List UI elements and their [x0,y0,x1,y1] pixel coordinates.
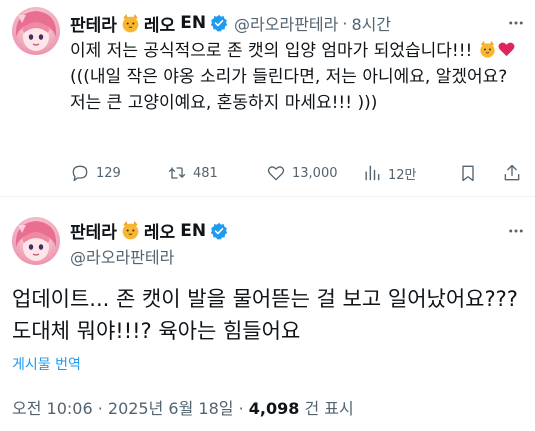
views-button[interactable]: 12만 [362,163,417,183]
display-name-part1[interactable]: 판테라 [70,218,117,243]
tweet-text: 업데이트... 존 캣이 발을 물어뜯는 걸 보고 일어났어요??? 도대체 뭐… [12,287,518,343]
reply-icon [72,165,88,182]
view-count: 4,098 [248,399,300,418]
tweet-header: 판테라 레오 EN @라오라판테라 · 8시간 [70,11,391,36]
display-name-part2[interactable]: 레오 [144,218,175,243]
cat-face-icon [122,221,139,240]
display-name-part2[interactable]: 레오 [144,11,175,36]
share-icon [504,164,520,181]
display-name-suffix[interactable]: EN [180,221,206,241]
heart-icon [498,42,515,57]
tweet-header: 판테라 레오 EN [70,218,228,243]
avatar-image [15,11,57,51]
verified-badge-icon [210,222,228,240]
view-count-label: 건 표시 [299,399,354,418]
divider [0,196,535,197]
tweet-meta: 오전 10:06 · 2025년 6월 18일 · 4,098 건 표시 [12,395,354,419]
reply-button[interactable]: 129 [70,163,121,183]
avatar[interactable] [12,217,60,265]
bookmark-icon [462,165,474,182]
more-icon[interactable] [507,222,525,240]
like-button[interactable]: 13,000 [266,163,338,183]
cat-face-icon [480,40,495,58]
reply-count: 129 [96,165,121,181]
like-icon [267,166,285,181]
display-name-suffix[interactable]: EN [180,13,206,33]
tweet-text-part2: (((내일 작은 야옹 소리가 들린다면, 저는 아니에요, 알겠어요? 저는 … [70,67,508,113]
more-icon[interactable] [507,14,525,32]
views-icon [365,165,380,181]
action-bar: 129 481 13,000 12만 [70,163,525,187]
like-count: 13,000 [292,165,338,181]
separator-dot: · [342,13,348,33]
retweet-button[interactable]: 481 [167,163,218,183]
tweet-text-part1: 이제 저는 공식적으로 존 캣의 입양 엄마가 되었습니다!!! [70,41,478,61]
translate-post-link[interactable]: 게시물 번역 [12,354,81,374]
tweet-timestamp[interactable]: 오전 10:06 · 2025년 6월 18일 · [12,399,249,418]
retweet-icon [168,167,186,179]
verified-badge-icon [210,14,228,32]
avatar-image [15,221,57,261]
bookmark-button[interactable] [458,163,484,183]
avatar[interactable] [12,7,60,55]
user-handle[interactable]: @라오라판테라 [70,244,174,268]
share-button[interactable] [502,163,528,183]
user-handle[interactable]: @라오라판테라 [234,11,338,35]
view-count: 12만 [388,167,417,183]
tweet-time[interactable]: 8시간 [351,11,391,35]
display-name-part1[interactable]: 판테라 [70,11,117,36]
cat-face-icon [122,13,139,32]
retweet-count: 481 [193,165,218,181]
tweet-text: 이제 저는 공식적으로 존 캣의 입양 엄마가 되었습니다!!! (((내일 작… [70,38,522,116]
